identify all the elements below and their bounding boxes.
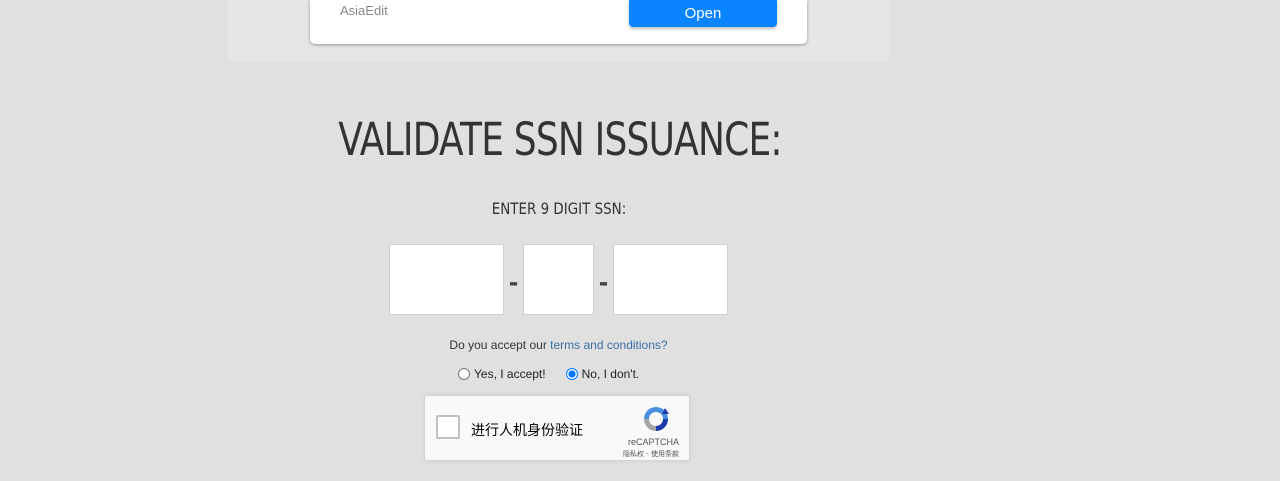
ssn-separator: -	[508, 266, 519, 297]
accept-yes-option[interactable]: Yes, I accept!	[458, 367, 546, 381]
ssn-prompt: ENTER 9 DIGIT SSN:	[491, 199, 627, 218]
terms-prefix: Do you accept our	[449, 338, 551, 352]
recaptcha-widget: 进行人机身份验证 reCAPTCHA 隐私权 - 使用条款	[424, 395, 690, 461]
terms-link[interactable]: terms and conditions?	[550, 338, 667, 352]
page-title: VALIDATE SSN ISSUANCE:	[338, 113, 782, 166]
recaptcha-links: 隐私权 - 使用条款	[623, 449, 679, 459]
accept-no-radio[interactable]	[565, 368, 578, 380]
ad-brand-name: AsiaEdit	[340, 3, 388, 18]
ad-open-button[interactable]: Open	[629, 0, 777, 27]
terms-radio-group: Yes, I accept! No, I don't.	[458, 365, 659, 383]
ssn-area-input[interactable]	[389, 244, 504, 315]
ad-banner: AsiaEdit Open	[228, 0, 889, 62]
accept-no-option[interactable]: No, I don't.	[565, 367, 640, 381]
recaptcha-logo-icon	[644, 407, 669, 431]
accept-yes-radio[interactable]	[458, 368, 470, 380]
ssn-serial-input[interactable]	[613, 244, 728, 315]
accept-no-label: No, I don't.	[581, 367, 640, 381]
ssn-separator: -	[598, 266, 609, 297]
recaptcha-label: 进行人机身份验证	[471, 423, 583, 439]
ssn-group-input[interactable]	[523, 244, 594, 315]
recaptcha-checkbox[interactable]	[436, 415, 460, 439]
recaptcha-privacy-link[interactable]: 隐私权	[623, 450, 644, 458]
ad-card[interactable]: AsiaEdit Open	[310, 0, 807, 44]
terms-question: Do you accept our terms and conditions?	[0, 338, 1117, 352]
recaptcha-link-separator: -	[644, 450, 651, 458]
accept-yes-label: Yes, I accept!	[474, 367, 546, 381]
recaptcha-terms-link[interactable]: 使用条款	[651, 450, 679, 458]
recaptcha-brand: reCAPTCHA	[627, 437, 679, 447]
